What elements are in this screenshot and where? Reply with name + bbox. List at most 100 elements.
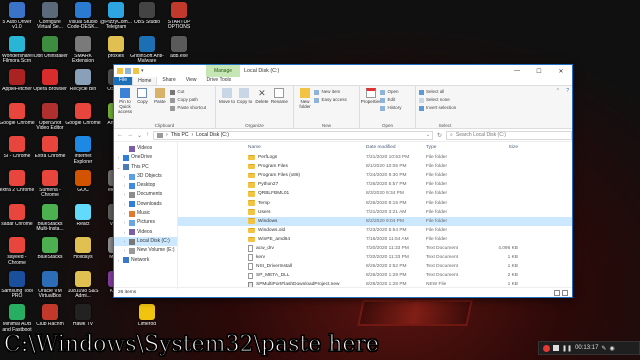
- properties-button[interactable]: Properties: [361, 88, 381, 104]
- nav-chevron-icon[interactable]: ›: [122, 209, 127, 218]
- select-none-button[interactable]: Select none: [419, 96, 471, 104]
- nav-item[interactable]: › Local Disk (C:): [114, 236, 177, 247]
- nav-item[interactable]: › Network: [114, 256, 177, 265]
- nav-chevron-icon[interactable]: ›: [122, 200, 127, 209]
- pin-quick-access-button[interactable]: Pin to Quick access: [117, 88, 133, 114]
- nav-item[interactable]: › Videos: [114, 228, 177, 237]
- file-row[interactable]: Program Files 8/1/2020 10:05 PM File folde…: [178, 162, 572, 171]
- title-bar[interactable]: ▾ Manage Local Disk (C:) — ☐ ✕: [114, 65, 572, 77]
- close-button[interactable]: ✕: [550, 65, 572, 77]
- new-folder-button[interactable]: New folder: [297, 88, 313, 109]
- file-row[interactable]: Windows 8/2/2020 9:04 PM File folder: [178, 216, 572, 226]
- new-folder-icon[interactable]: [133, 68, 139, 74]
- nav-item[interactable]: › New Volume (E:): [114, 246, 177, 255]
- manage-tab[interactable]: Manage: [206, 65, 240, 77]
- file-row[interactable]: Python27 7/26/2020 5:57 PM File folder: [178, 180, 572, 189]
- nav-chevron-icon[interactable]: ›: [122, 181, 127, 190]
- nav-chevron-icon[interactable]: ›: [122, 228, 127, 237]
- copy-to-button[interactable]: Copy to: [236, 88, 252, 104]
- paste-button[interactable]: Paste: [152, 88, 168, 104]
- back-arrow-icon[interactable]: ←: [117, 132, 123, 138]
- file-row[interactable]: SP_META_DLL 8/26/2020 1:28 PM Text Documen…: [178, 271, 572, 280]
- camera-icon[interactable]: ◉: [609, 345, 614, 352]
- edit-button[interactable]: Edit: [380, 96, 401, 104]
- refresh-icon[interactable]: ↻: [437, 132, 442, 139]
- file-row[interactable]: NSI_DriverInstall 8/26/2020 2:52 PM Text D…: [178, 262, 572, 271]
- column-date-modified[interactable]: Date modified: [366, 145, 426, 150]
- invert-selection-button[interactable]: Invert selection: [419, 104, 471, 112]
- nav-chevron-icon[interactable]: ›: [122, 237, 127, 246]
- new-item-button[interactable]: New item: [314, 88, 346, 96]
- nav-item[interactable]: › Music: [114, 209, 177, 218]
- minimize-button[interactable]: —: [506, 65, 528, 77]
- file-row[interactable]: QRBLFBML01 8/3/2020 9:34 PM File folder: [178, 189, 572, 198]
- desktop-icon-label: Club Rachm: [36, 322, 64, 328]
- select-all-button[interactable]: Select all: [419, 88, 471, 96]
- tab-drive-tools[interactable]: Drive Tools: [202, 76, 237, 85]
- search-input[interactable]: ⌕ Search Local Disk (C:): [446, 130, 573, 140]
- file-row[interactable]: kerv 7/20/2020 11:33 PM Text Document 1 KB: [178, 253, 572, 262]
- file-row[interactable]: WinPE_amd64 7/16/2020 11:54 AM File folder: [178, 235, 572, 244]
- record-icon[interactable]: [543, 344, 550, 352]
- properties-icon[interactable]: [125, 68, 131, 74]
- open-button[interactable]: Open: [380, 88, 401, 96]
- maximize-button[interactable]: ☐: [528, 65, 550, 77]
- nav-chevron-icon[interactable]: ›: [122, 190, 127, 199]
- chevron-down-icon[interactable]: ▾: [141, 68, 147, 74]
- history-button[interactable]: History: [380, 104, 401, 112]
- tab-share[interactable]: Share: [157, 76, 180, 85]
- nav-item[interactable]: › Desktop: [114, 181, 177, 190]
- nav-item[interactable]: › Documents: [114, 190, 177, 199]
- navigation-pane[interactable]: Videos › OneDrive ⌄ This PC › 3D Objects › Deskt…: [114, 142, 178, 289]
- tab-file[interactable]: File: [114, 76, 133, 85]
- nav-item[interactable]: ⌄ This PC: [114, 163, 177, 172]
- nav-chevron-icon[interactable]: ›: [116, 256, 121, 265]
- file-row[interactable]: acw_drv 7/20/2020 11:33 PM Text Document 4,…: [178, 244, 572, 253]
- easy-access-button[interactable]: Easy access: [314, 96, 347, 104]
- large-icons-view-icon[interactable]: [562, 290, 568, 296]
- pencil-icon[interactable]: ✎: [601, 345, 606, 352]
- nav-chevron-icon[interactable]: ⌄: [116, 163, 121, 172]
- nav-item[interactable]: › OneDrive: [114, 153, 177, 162]
- copy-path-button[interactable]: Copy path: [170, 96, 206, 104]
- rename-button[interactable]: Rename: [271, 88, 288, 104]
- pause-icon[interactable]: ❚❚: [562, 345, 572, 352]
- column-size[interactable]: Size: [478, 145, 518, 150]
- address-bar[interactable]: › This PC › Local Disk (C:) ⌄: [153, 130, 434, 140]
- file-list-pane[interactable]: Name Date modified Type Size PerfLogs 7/2…: [178, 142, 572, 289]
- nav-item[interactable]: › 3D Objects: [114, 172, 177, 181]
- nav-chevron-icon[interactable]: ›: [122, 172, 127, 181]
- nav-chevron-icon[interactable]: ›: [122, 218, 127, 227]
- delete-button[interactable]: ✕ Delete: [254, 88, 270, 104]
- file-explorer-window[interactable]: ▾ Manage Local Disk (C:) — ☐ ✕ File Home…: [113, 64, 573, 298]
- file-row[interactable]: Windows.old 7/23/2020 5:54 PM File folder: [178, 226, 572, 235]
- stop-icon[interactable]: [553, 345, 559, 351]
- move-to-icon: [222, 88, 232, 98]
- cut-button[interactable]: Cut: [170, 88, 206, 96]
- forward-arrow-icon[interactable]: →: [127, 132, 133, 138]
- nav-item[interactable]: › Downloads: [114, 200, 177, 209]
- recent-chevron-icon[interactable]: ⌄: [137, 132, 142, 139]
- tab-home[interactable]: Home: [132, 76, 158, 85]
- column-type[interactable]: Type: [426, 145, 478, 150]
- paste-shortcut-button[interactable]: Paste shortcut: [170, 104, 206, 112]
- file-row[interactable]: PerfLogs 7/21/2020 10:53 PM File folder: [178, 153, 572, 162]
- up-arrow-icon[interactable]: ↑: [146, 132, 149, 138]
- nav-item[interactable]: Videos: [114, 144, 177, 153]
- breadcrumb-this-pc[interactable]: This PC: [171, 132, 189, 138]
- chevron-up-icon[interactable]: ⌃: [556, 88, 560, 94]
- breadcrumb-local-disk[interactable]: Local Disk (C:): [196, 132, 229, 138]
- details-view-icon[interactable]: [554, 290, 560, 296]
- tab-view[interactable]: View: [181, 76, 202, 85]
- nav-item[interactable]: › Pictures: [114, 218, 177, 227]
- help-icon[interactable]: ?: [566, 88, 569, 94]
- nav-chevron-icon[interactable]: ›: [122, 246, 127, 255]
- file-row[interactable]: Program Files (x86) 7/24/2020 9:30 PM File…: [178, 171, 572, 180]
- move-to-button[interactable]: Move to: [219, 88, 235, 104]
- column-name[interactable]: Name: [248, 145, 366, 150]
- nav-chevron-icon[interactable]: ›: [116, 153, 121, 162]
- file-row[interactable]: Users 7/21/2020 3:21 AM File folder: [178, 208, 572, 217]
- chevron-down-icon[interactable]: ⌄: [426, 132, 430, 138]
- file-row[interactable]: Temp 8/26/2020 8:15 PM File folder: [178, 198, 572, 207]
- copy-button[interactable]: Copy: [134, 88, 150, 104]
